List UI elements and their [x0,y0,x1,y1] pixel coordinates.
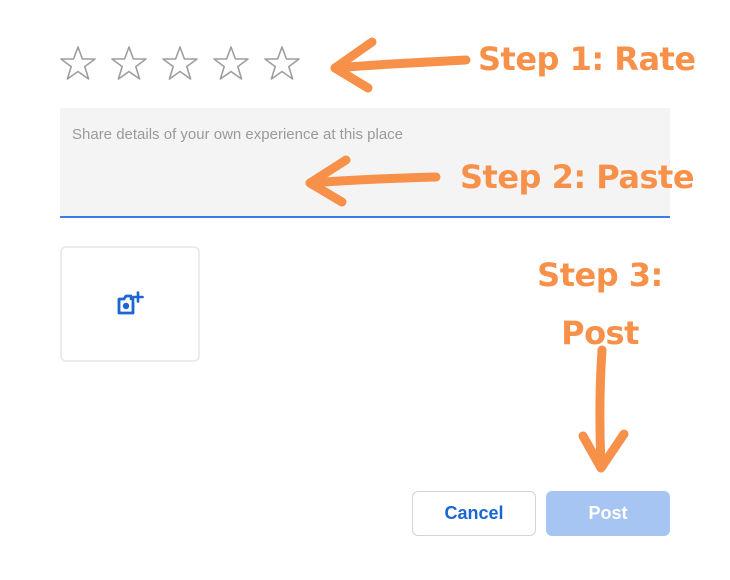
star-3-icon[interactable] [160,44,200,84]
star-2-icon[interactable] [109,44,149,84]
step3-arrowhead [578,429,629,473]
cancel-button[interactable]: Cancel [412,491,536,536]
add-photo-icon [117,291,144,315]
step1-annotation: Step 1: Rate [478,40,696,78]
star-5-icon[interactable] [262,44,302,84]
add-photo-button[interactable] [60,246,200,362]
step2-annotation: Step 2: Paste [460,158,695,196]
star-1-icon[interactable] [58,44,98,84]
review-dialog: Cancel Post Step 1: Rate Step 2: Paste S… [0,0,730,580]
star-4-icon[interactable] [211,44,251,84]
step1-arrowhead [330,37,377,93]
step3-arrow [595,345,607,471]
step3-annotation: Step 3: Post [537,256,663,352]
star-rating [58,44,302,84]
step1-arrow [330,55,471,73]
post-button[interactable]: Post [546,491,670,536]
